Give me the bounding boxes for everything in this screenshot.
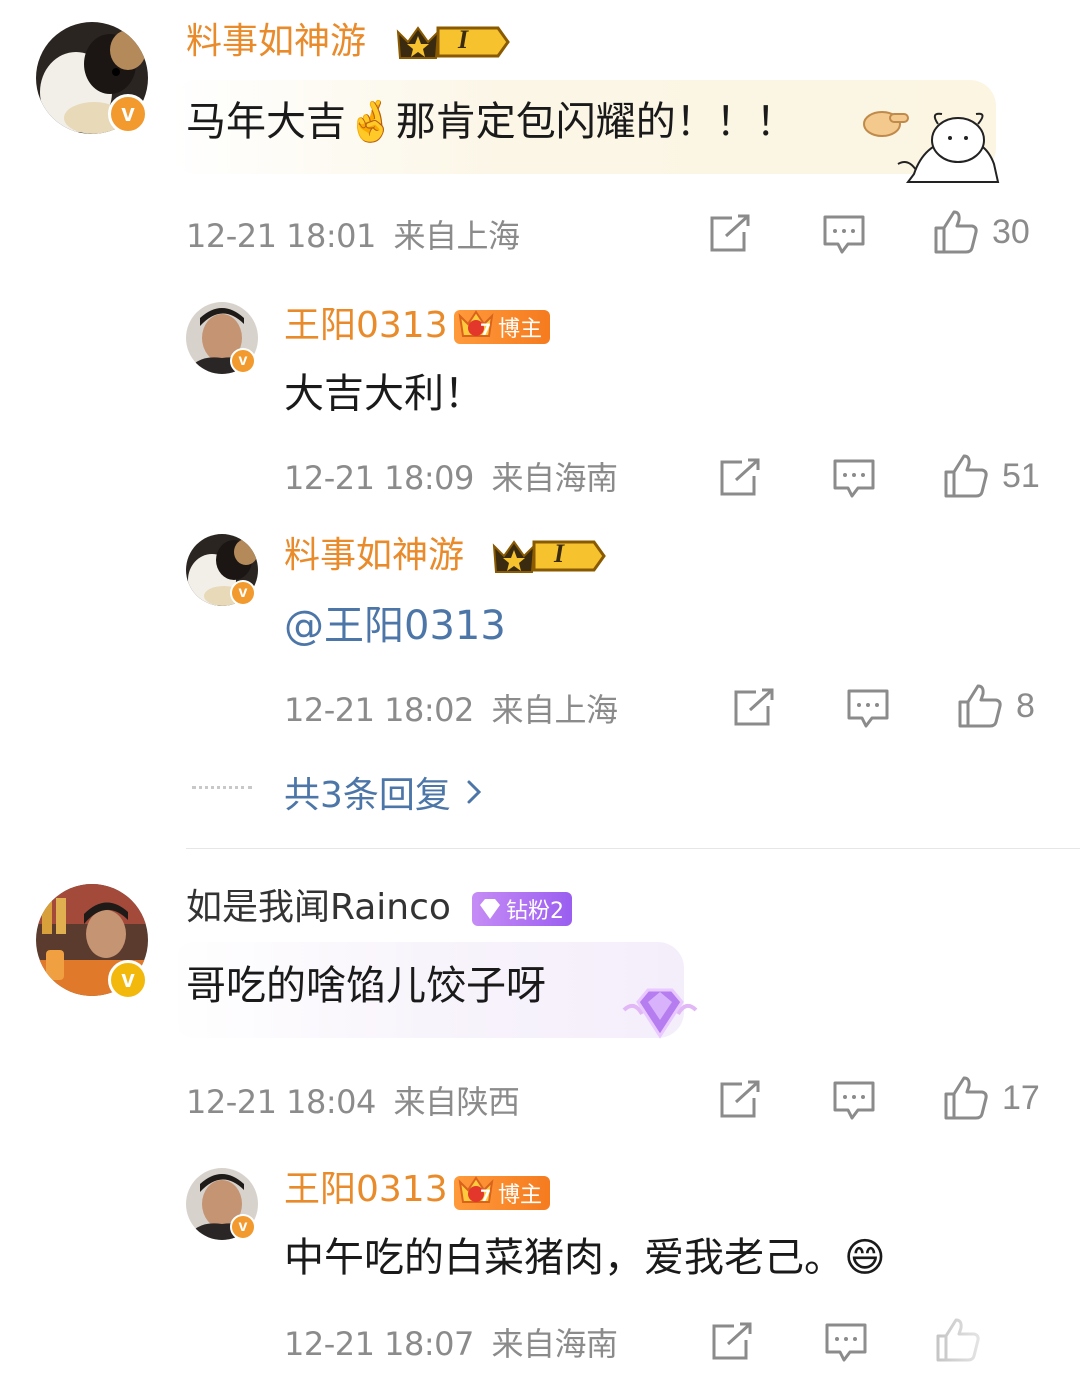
reply-location: 来自海南 [491,459,619,497]
diamond-sticker-icon [620,980,700,1050]
share-button[interactable] [732,688,776,728]
fan-level-text: I [458,25,469,54]
avatar[interactable]: v [36,884,148,1000]
share-button[interactable] [708,214,752,254]
blogger-level: 7 [480,1186,492,1205]
like-button[interactable]: 30 [932,208,1030,256]
comment-location: 来自上海 [393,217,521,255]
like-button[interactable]: 51 [942,452,1040,500]
like-count: 17 [1002,1078,1040,1117]
dotted-leader [192,786,252,793]
reply-meta: 12-21 18:02 来自上海 [284,690,618,730]
verified-v-badge-icon: v [230,348,256,374]
share-button[interactable] [710,1322,754,1362]
verified-v-badge-icon: v [108,960,148,1000]
like-count: 30 [992,212,1030,251]
share-icon [720,1080,760,1118]
reply-location: 来自上海 [491,691,619,729]
verified-v-badge-icon: v [230,580,256,606]
share-button[interactable] [718,1080,762,1120]
share-icon [734,688,774,726]
reply-time: 12-21 18:02 [284,691,474,729]
reply-location: 来自海南 [491,1325,619,1363]
blogger-tag-label: 博主 [498,317,543,342]
verified-v-badge-icon: v [230,1214,256,1240]
comment-username[interactable]: 料事如神游 [186,20,366,64]
reply-username[interactable]: 王阳0313 [284,1168,448,1212]
comment-location: 来自陕西 [393,1083,521,1121]
more-replies-label: 共3条回复 [284,775,451,816]
comment-username[interactable]: 如是我闻Rainco [186,886,451,930]
comment-button[interactable] [846,688,890,730]
reply-time: 12-21 18:07 [284,1325,474,1363]
comment-meta: 12-21 18:04 来自陕西 [186,1082,520,1122]
blogger-tag: 7 博主 [454,1176,551,1210]
comment-icon [847,689,889,728]
reply-meta: 12-21 18:09 来自海南 [284,458,618,498]
reply-time: 12-21 18:09 [284,459,474,497]
share-icon [720,458,760,496]
reply-text: 大吉大利！ [284,371,484,417]
like-icon [944,1076,988,1120]
avatar[interactable]: v [186,534,258,606]
comment-meta: 12-21 18:01 来自上海 [186,216,520,256]
like-count: 8 [1016,686,1035,725]
blogger-level: 7 [480,320,492,339]
comment-button[interactable] [822,214,866,256]
comment-icon [833,1081,875,1120]
share-icon [712,1322,752,1360]
fan-level-badge: I [394,22,510,62]
comment-divider [186,848,1080,849]
avatar[interactable]: v [186,1168,258,1240]
comment-icon [833,459,875,498]
like-count: 51 [1002,456,1040,495]
reply-username[interactable]: 料事如神游 [284,534,464,578]
comment-time: 12-21 18:01 [186,217,376,255]
comment-text: 哥吃的啥馅儿饺子呀 [186,963,546,1009]
reply-mention-link[interactable]: @王阳0313 [284,600,506,652]
reply-username[interactable]: 王阳0313 [284,304,448,348]
fan-level-badge: I [490,536,606,576]
fan-level-text: I [554,539,565,568]
like-icon [934,210,978,254]
comment-button[interactable] [832,1080,876,1122]
reply-text: 中午吃的白菜猪肉，爱我老己。😄 [284,1235,886,1281]
diamond-icon [480,899,500,919]
comment-time: 12-21 18:04 [186,1083,376,1121]
verified-v-badge-icon: v [108,94,148,134]
diamond-fan-tag: 钻粉2 [472,892,572,926]
like-icon [944,454,988,498]
comment-icon [823,215,865,254]
like-icon [958,684,1002,728]
share-button[interactable] [718,458,762,498]
reply-meta: 12-21 18:07 来自海南 [284,1324,618,1364]
bottom-fade [860,1316,1080,1373]
more-replies-link[interactable]: 共3条回复 [284,766,483,818]
chevron-right-icon [467,780,482,804]
like-button[interactable]: 17 [942,1074,1040,1122]
comment-button[interactable] [832,458,876,500]
share-icon [710,214,750,252]
blogger-tag-label: 博主 [498,1183,543,1208]
avatar[interactable]: v [186,302,258,374]
blogger-tag: 7 博主 [454,310,551,344]
diamond-fan-label: 钻粉2 [506,899,564,924]
avatar[interactable]: v [36,22,148,134]
comment-text: 马年大吉🤞那肯定包闪耀的！！！ [186,99,796,145]
like-button[interactable]: 8 [956,682,1035,730]
dog-sticker-icon [894,104,1008,188]
